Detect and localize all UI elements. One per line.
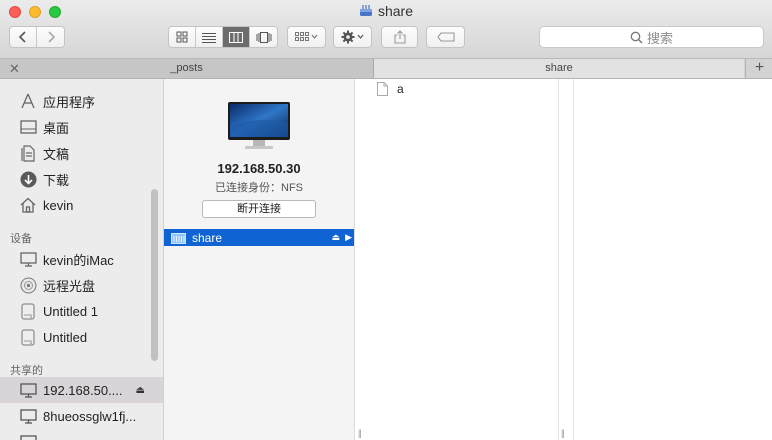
sidebar-item-home[interactable]: kevin: [0, 192, 163, 218]
sidebar-item-shared-192[interactable]: 192.168.50.... ⏏: [0, 377, 163, 403]
connection-status: 已连接身份：NFS: [215, 182, 303, 194]
column-gutter: [355, 79, 369, 440]
chevron-left-icon: [19, 31, 26, 43]
disclosure-arrow-icon: ▶: [345, 232, 352, 242]
arrange-button[interactable]: [287, 26, 326, 48]
external-drive-icon: [18, 301, 38, 321]
sidebar-item-imac[interactable]: kevin的iMac: [0, 246, 163, 272]
sidebar-item-label: Untitled: [43, 329, 88, 345]
icon-view-button[interactable]: [169, 27, 196, 47]
tab-label: _posts: [170, 62, 203, 74]
sidebar-item-remote-disc[interactable]: 远程光盘: [0, 272, 163, 298]
shared-folder-icon: [171, 232, 186, 244]
server-column: 192.168.50.30 已连接身份：NFS 断开连接 share ⏏ ▶ |…: [164, 79, 361, 440]
tab-label: share: [545, 62, 573, 74]
list-view-icon: [202, 32, 216, 43]
disconnect-button[interactable]: 断开连接: [202, 200, 316, 218]
tab-share[interactable]: share: [374, 59, 744, 78]
gear-icon: [341, 30, 363, 44]
column-resize-handle[interactable]: ||: [561, 428, 565, 438]
empty-column: [573, 79, 772, 440]
network-computer-icon: [18, 406, 38, 426]
sidebar-item-partial[interactable]: [0, 429, 163, 440]
navigation-buttons: [9, 26, 65, 48]
sidebar-item-label: kevin: [43, 197, 74, 213]
devices-header: 设备: [10, 233, 32, 245]
back-button[interactable]: [10, 27, 37, 47]
imac-icon: [18, 249, 38, 269]
imac-display-icon: [227, 101, 291, 154]
home-icon: [18, 195, 38, 215]
sidebar-item-label: 远程光盘: [43, 278, 96, 294]
desktop-icon: [18, 117, 38, 137]
plus-icon: +: [754, 59, 765, 76]
column-resize-handle[interactable]: ||: [358, 428, 362, 438]
search-icon: [630, 31, 643, 44]
share-button[interactable]: [381, 26, 418, 48]
new-tab-button[interactable]: +: [745, 59, 772, 78]
file-name: a: [397, 82, 404, 96]
list-view-button[interactable]: [196, 27, 223, 47]
window-title: share: [0, 3, 772, 21]
share-volume-row[interactable]: share ⏏ ▶: [164, 229, 354, 246]
sidebar: 应用程序 桌面 文稿 下载 kevin 设备 kevin的iMac 远程光盘 U…: [0, 79, 164, 440]
tag-icon: [436, 32, 455, 42]
sidebar-item-label: Untitled 1: [43, 303, 98, 319]
file-item[interactable]: a: [377, 82, 404, 96]
view-mode-switcher: [168, 26, 278, 48]
eject-icon[interactable]: ⏏: [331, 232, 340, 243]
column-view-icon: [229, 31, 243, 43]
tab-bar: ✕ _posts share +: [0, 59, 772, 79]
sidebar-item-untitled-1[interactable]: Untitled 1: [0, 298, 163, 324]
share-icon: [393, 30, 406, 44]
eject-icon[interactable]: ⏏: [136, 385, 145, 396]
edit-tags-button[interactable]: [426, 26, 465, 48]
documents-icon: [18, 143, 38, 163]
finder-window: share 搜索 ✕ _posts share + 应用程序 桌面 文稿 下载 …: [0, 0, 772, 440]
sidebar-item-label: 192.168.50....: [43, 382, 123, 398]
window-title-text: share: [377, 3, 414, 19]
column-view-button[interactable]: [223, 27, 250, 47]
cover-flow-button[interactable]: [250, 27, 277, 47]
shared-header: 共享的: [10, 365, 43, 377]
cover-flow-icon: [256, 31, 271, 43]
files-column: a || ||: [358, 79, 565, 440]
network-computer-icon: [18, 380, 38, 400]
sidebar-item-downloads[interactable]: 下载: [0, 166, 163, 192]
share-volume-label: share: [192, 230, 223, 245]
forward-button[interactable]: [37, 27, 64, 47]
sidebar-item-label: 文稿: [43, 146, 70, 162]
downloads-icon: [18, 169, 38, 189]
sidebar-item-applications[interactable]: 应用程序: [0, 88, 163, 114]
search-placeholder: 搜索: [646, 30, 673, 46]
network-share-disk-icon: [359, 4, 373, 21]
sidebar-item-label: 8hueossglw1fj...: [43, 408, 137, 424]
chevron-right-icon: [47, 31, 55, 43]
document-icon: [377, 82, 388, 96]
icon-view-icon: [176, 31, 188, 43]
arrange-grid-icon: [294, 32, 317, 41]
sidebar-item-documents[interactable]: 文稿: [0, 140, 163, 166]
sidebar-item-label: 下载: [43, 172, 70, 188]
server-host: 192.168.50.30: [217, 161, 301, 176]
close-tab-icon[interactable]: ✕: [9, 59, 20, 78]
external-drive-icon: [18, 327, 38, 347]
sidebar-item-desktop[interactable]: 桌面: [0, 114, 163, 140]
sidebar-item-shared-8hue[interactable]: 8hueossglw1fj...: [0, 403, 163, 429]
sidebar-scrollbar[interactable]: [151, 189, 158, 361]
sidebar-item-label: 应用程序: [43, 94, 96, 110]
applications-icon: [18, 91, 38, 111]
sidebar-item-label: 桌面: [43, 120, 70, 136]
network-computer-icon: [18, 432, 38, 440]
sidebar-item-untitled[interactable]: Untitled: [0, 324, 163, 350]
sidebar-item-label: kevin的iMac: [43, 252, 114, 268]
toolbar: share 搜索: [0, 0, 772, 59]
search-field[interactable]: 搜索: [539, 26, 764, 48]
tab-posts[interactable]: ✕ _posts: [0, 59, 374, 78]
action-menu-button[interactable]: [333, 26, 372, 48]
remote-disc-icon: [18, 275, 38, 295]
